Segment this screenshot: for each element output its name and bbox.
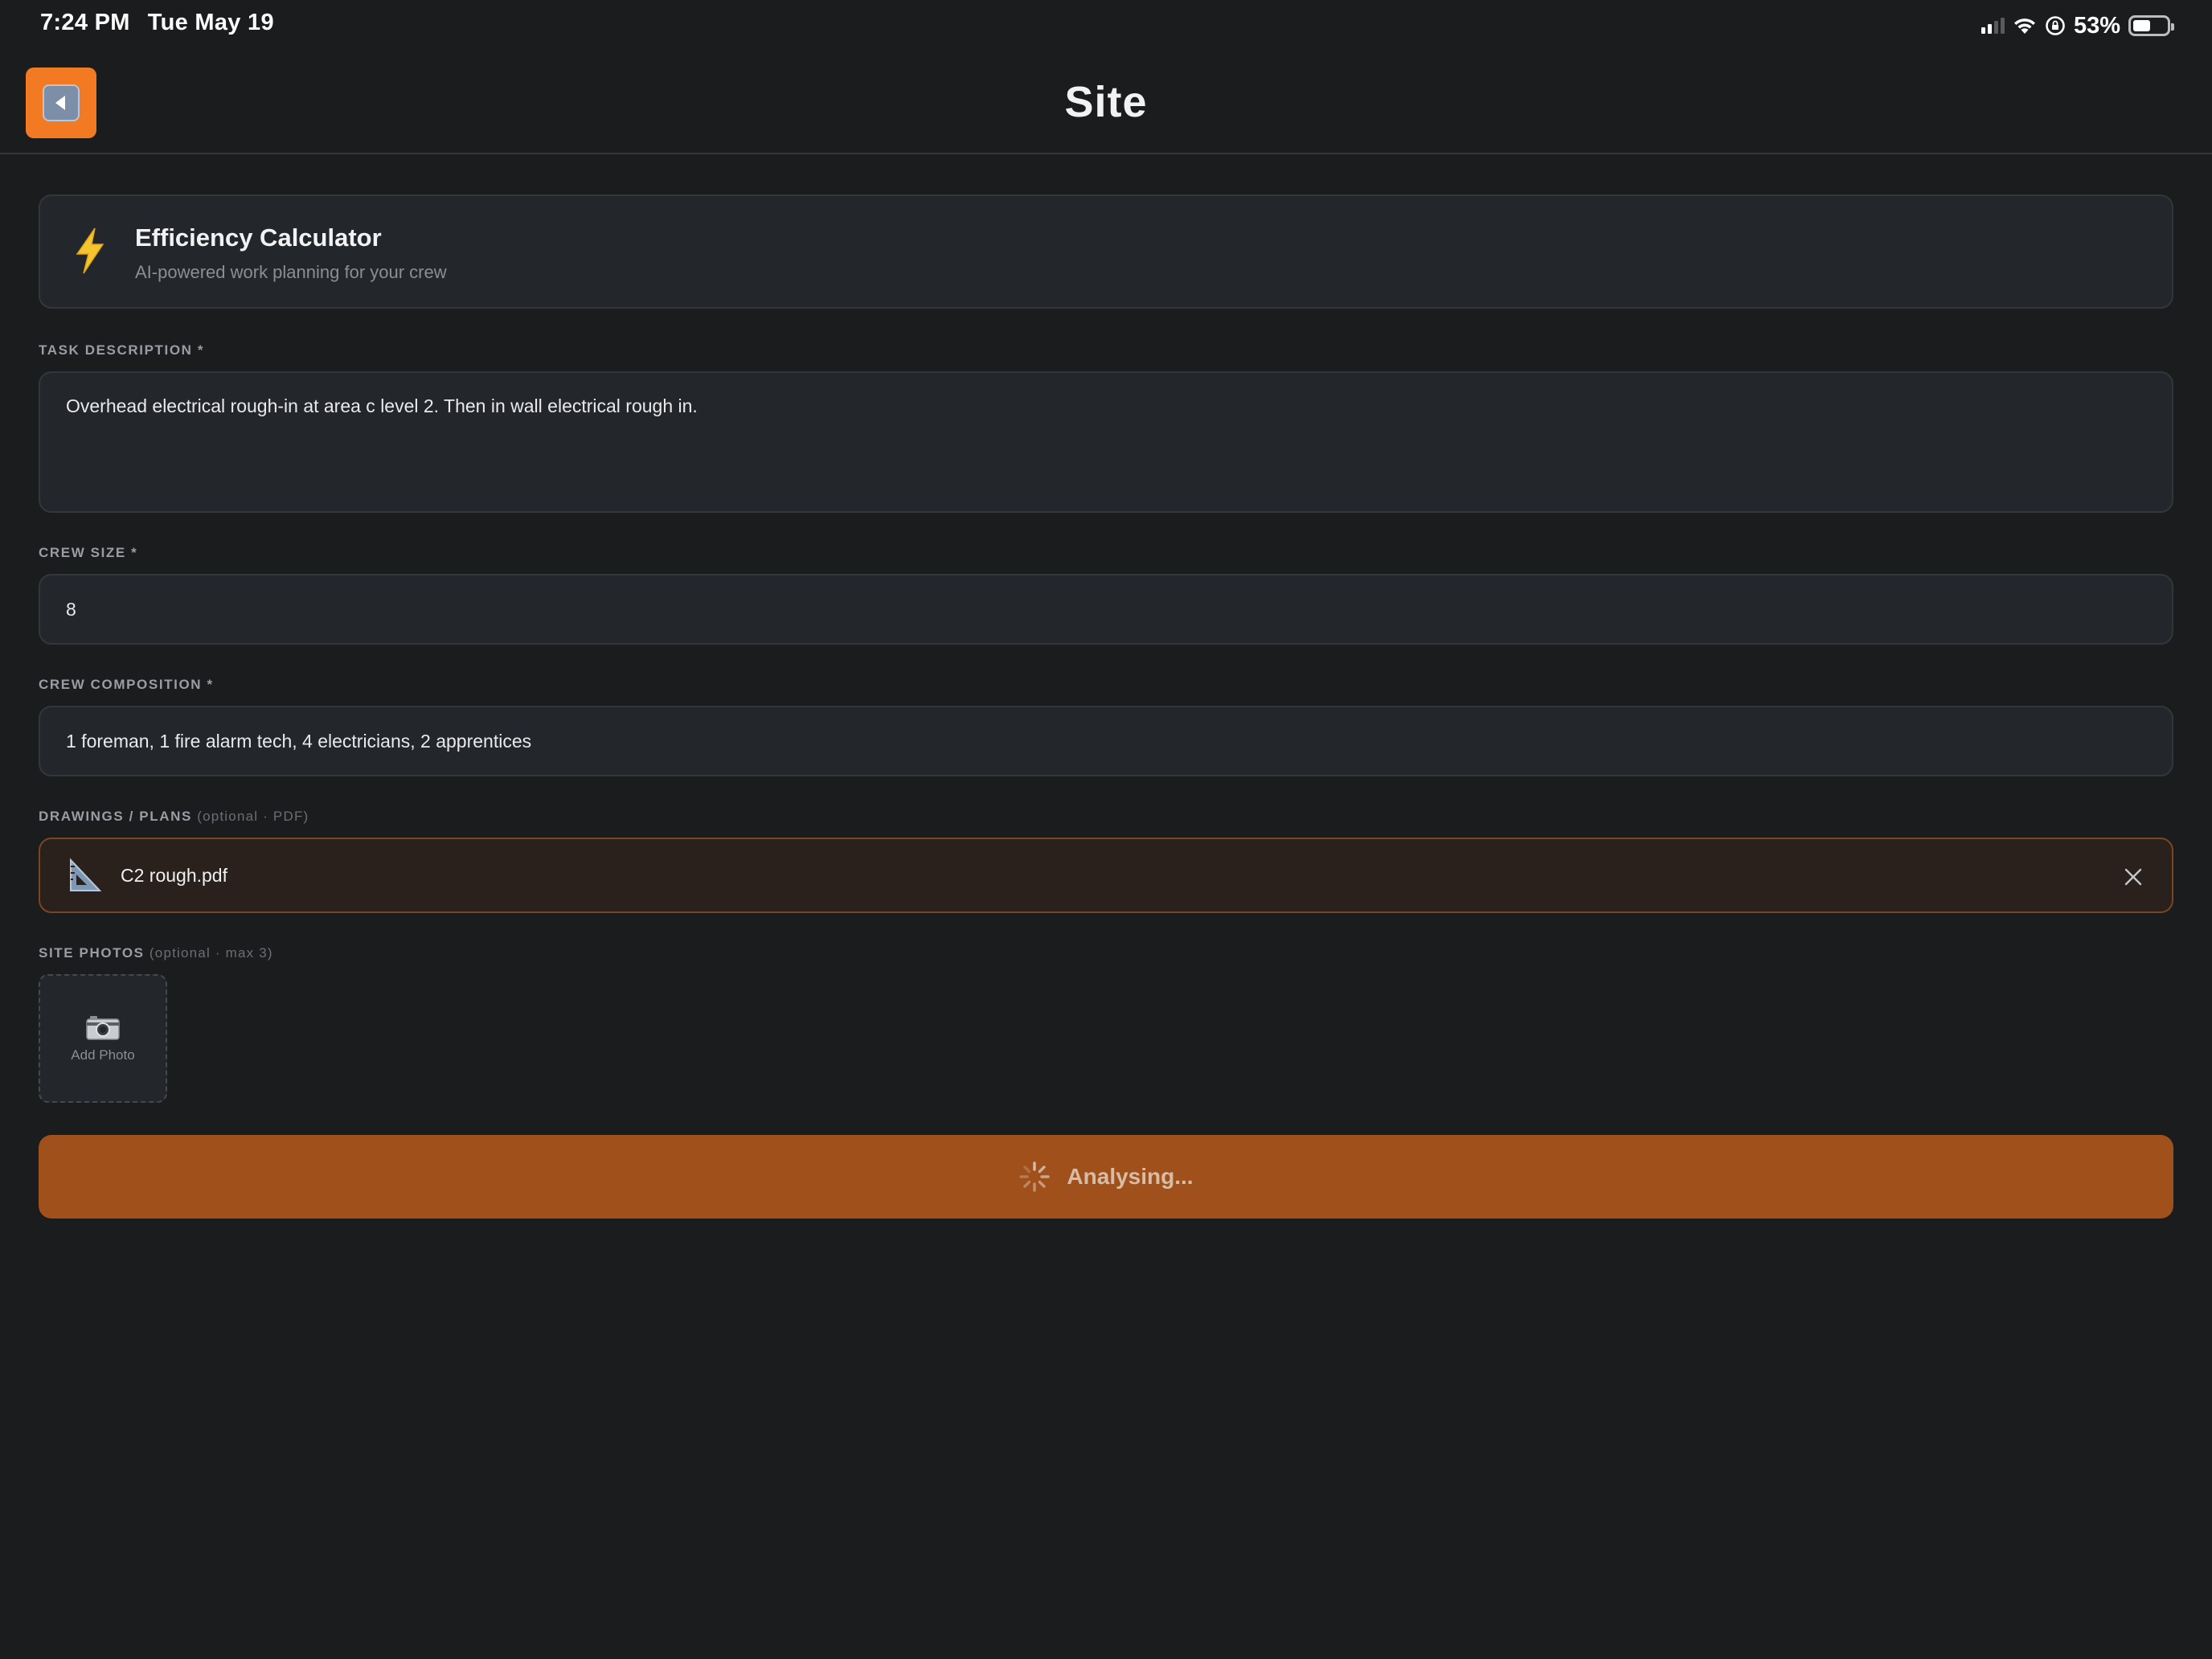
crew-size-input[interactable]: 8 [39,574,2173,645]
status-bar: 7:24 PM Tue May 19 53% [0,0,2212,53]
status-date: Tue May 19 [147,10,274,35]
site-photos-label-text: SITE PHOTOS [39,945,145,961]
status-indicators: 53% [1981,11,2174,40]
drawings-label-text: DRAWINGS / PLANS [39,809,192,824]
main-content: Efficiency Calculator AI-powered work pl… [39,195,2173,1219]
task-description-input[interactable]: Overhead electrical rough-in at area c l… [39,371,2173,513]
analyse-button[interactable]: Analysing... [39,1135,2173,1219]
crew-composition-value: 1 foreman, 1 fire alarm tech, 4 electric… [66,730,532,752]
crew-size-label: CREW SIZE * [39,545,138,560]
orientation-lock-icon [2046,16,2065,35]
crew-size-value: 8 [66,598,76,620]
remove-file-button[interactable] [2117,861,2149,893]
close-icon [2124,868,2142,886]
drawings-label: DRAWINGS / PLANS (optional · PDF) [39,809,2173,826]
site-photos-hint: (optional · max 3) [149,945,273,961]
status-time: 7:24 PM [40,10,130,35]
add-photo-button[interactable]: Add Photo [39,974,167,1103]
battery-level [2133,20,2151,31]
crew-composition-label: CREW COMPOSITION * [39,677,214,692]
hero-title: Efficiency Calculator [135,223,382,252]
hero-subtitle: AI-powered work planning for your crew [135,262,447,282]
battery-percent: 53% [2073,12,2120,39]
analyse-label: Analysing... [1067,1164,1194,1189]
signal-icon [1981,18,2005,34]
page-title: Site [1064,78,1148,126]
site-photos-label: SITE PHOTOS (optional · max 3) [39,945,2173,963]
status-time-date: 7:24 PM Tue May 19 [40,10,274,36]
calculator-hero-card: Efficiency Calculator AI-powered work pl… [39,195,2173,309]
wifi-icon [2013,18,2035,34]
drawing-file-name: C2 rough.pdf [121,865,227,886]
triangle-ruler-icon [70,858,102,891]
drawing-file-chip[interactable]: C2 rough.pdf [39,838,2173,913]
spinner-icon [1019,1161,1051,1192]
app-header: Site [0,53,2212,154]
crew-composition-input[interactable]: 1 foreman, 1 fire alarm tech, 4 electric… [39,706,2173,776]
drawings-hint: (optional · PDF) [197,809,309,824]
add-photo-label: Add Photo [71,1047,135,1063]
lightning-icon [76,227,104,274]
battery-icon [2128,15,2174,36]
camera-icon [86,1016,120,1040]
task-description-label: TASK DESCRIPTION * [39,342,205,358]
